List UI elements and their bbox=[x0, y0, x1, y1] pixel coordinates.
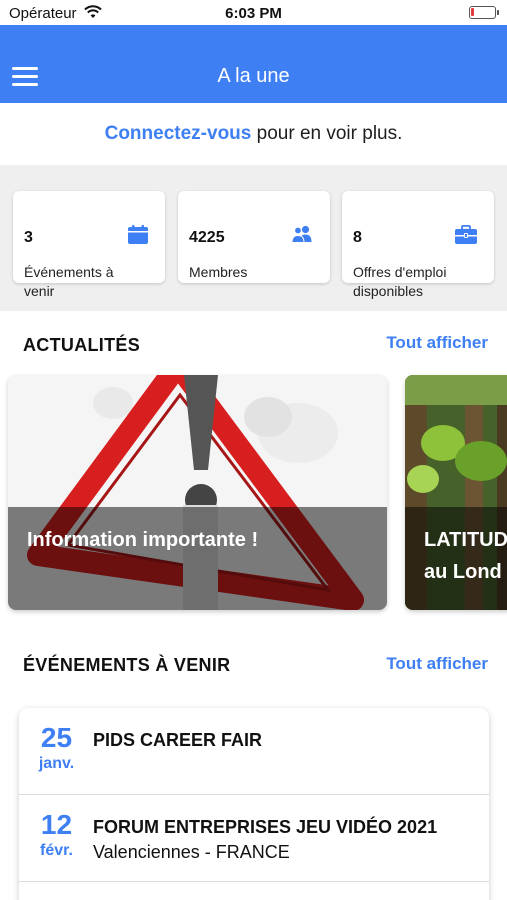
event-name: FORUM ENTREPRISES JEU VIDÉO 2021 bbox=[93, 817, 438, 837]
stat-label: Offres d'emploi disponibles bbox=[353, 264, 447, 299]
login-link[interactable]: Connectez-vous bbox=[105, 123, 252, 144]
news-caption-overlay bbox=[8, 507, 387, 610]
stats-section: 3 Événements à venir 4225 Membres 8 Offr… bbox=[0, 165, 507, 311]
event-row[interactable]: 12 févr. FORUM ENTREPRISES JEU VIDÉO 202… bbox=[19, 795, 489, 882]
news-section-title: ACTUALITÉS bbox=[23, 335, 140, 355]
news-card[interactable]: LATITUD au Lond bbox=[405, 375, 507, 610]
clock: 6:03 PM bbox=[225, 5, 282, 22]
event-month: févr. bbox=[40, 842, 73, 859]
page-title: A la une bbox=[217, 65, 290, 87]
events-see-all-link[interactable]: Tout afficher bbox=[386, 654, 488, 674]
status-bar: Opérateur 6:03 PM bbox=[0, 0, 507, 25]
battery-low-icon bbox=[469, 6, 499, 19]
stat-label: Membres bbox=[189, 264, 248, 280]
app-header: A la une bbox=[0, 25, 507, 103]
events-list: 25 janv. PIDS CAREER FAIR 12 févr. FORUM… bbox=[19, 708, 489, 900]
event-month: janv. bbox=[38, 755, 75, 772]
login-banner-text: pour en voir plus. bbox=[251, 123, 403, 144]
users-icon bbox=[291, 225, 313, 248]
stat-value: 3 bbox=[24, 229, 33, 246]
news-caption-line2: au Lond bbox=[424, 561, 502, 583]
news-see-all-link[interactable]: Tout afficher bbox=[386, 333, 488, 353]
news-caption: Information importante ! bbox=[27, 529, 259, 551]
event-day: 25 bbox=[40, 722, 73, 753]
stat-card-jobs[interactable]: 8 Offres d'emploi disponibles bbox=[342, 191, 494, 299]
login-banner: Connectez-vous pour en voir plus. bbox=[0, 103, 507, 165]
event-name: PIDS CAREER FAIR bbox=[93, 730, 263, 750]
calendar-icon bbox=[128, 225, 148, 249]
stat-value: 8 bbox=[353, 229, 362, 246]
event-day: 12 bbox=[40, 809, 73, 840]
event-place: Valenciennes - FRANCE bbox=[93, 842, 290, 862]
stat-label: Événements à venir bbox=[24, 264, 114, 299]
stat-card-events[interactable]: 3 Événements à venir bbox=[13, 191, 165, 299]
stat-card-members[interactable]: 4225 Membres bbox=[178, 191, 330, 283]
news-card[interactable]: Information importante ! bbox=[8, 375, 387, 610]
briefcase-icon bbox=[455, 224, 477, 249]
event-row[interactable]: 25 janv. PIDS CAREER FAIR bbox=[19, 708, 489, 795]
events-section-title: ÉVÉNEMENTS À VENIR bbox=[23, 655, 231, 675]
news-caption: LATITUD bbox=[424, 529, 507, 551]
stat-value: 4225 bbox=[189, 229, 225, 246]
